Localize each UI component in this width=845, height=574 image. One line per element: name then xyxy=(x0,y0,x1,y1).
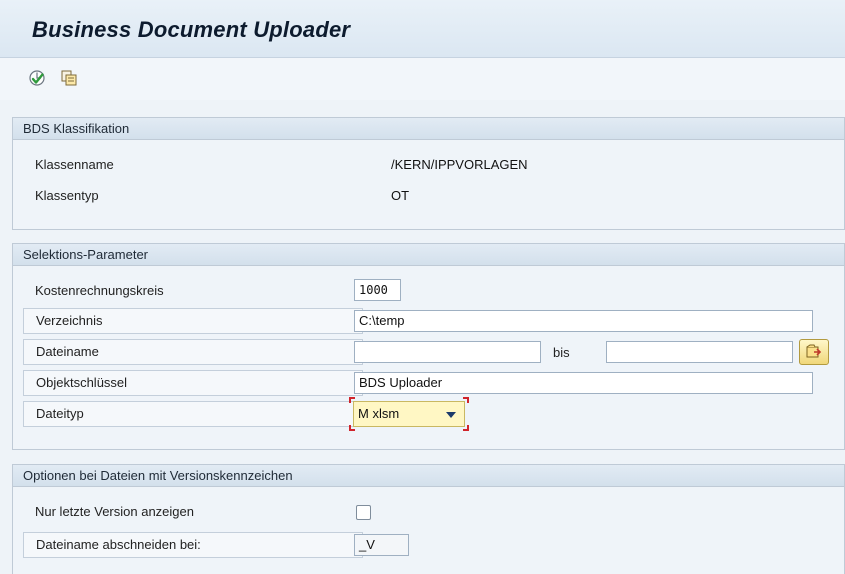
focus-corner-bl xyxy=(349,425,355,431)
last-version-checkbox[interactable] xyxy=(356,505,371,520)
focus-corner-tr xyxy=(463,397,469,403)
focus-corner-tl xyxy=(349,397,355,403)
class-name-value: /KERN/IPPVORLAGEN xyxy=(391,157,528,172)
truncate-input[interactable]: _V xyxy=(354,534,409,556)
object-key-label: Objektschlüssel xyxy=(36,375,128,390)
filename-bis-label: bis xyxy=(553,345,570,360)
object-key-row: Objektschlüssel xyxy=(23,370,363,396)
filetype-dropdown[interactable]: M xlsm xyxy=(353,401,465,427)
class-type-label: Klassentyp xyxy=(35,188,99,203)
selection-parameters-header: Selektions-Parameter xyxy=(13,244,844,266)
object-key-input[interactable]: BDS Uploader xyxy=(354,372,813,394)
filename-label: Dateiname xyxy=(36,344,99,359)
controlling-area-label: Kostenrechnungskreis xyxy=(35,283,164,298)
truncate-row: Dateiname abschneiden bei: xyxy=(23,532,363,558)
version-options-group: Optionen bei Dateien mit Versionskennzei… xyxy=(12,464,845,574)
focus-corner-br xyxy=(463,425,469,431)
page-title: Business Document Uploader xyxy=(32,17,351,42)
sap-screen: Business Document Uploader BDS Klassifik… xyxy=(0,0,845,574)
filename-to-input[interactable] xyxy=(606,341,793,363)
filename-from-input[interactable] xyxy=(354,341,541,363)
class-name-label: Klassenname xyxy=(35,157,114,172)
filetype-label: Dateityp xyxy=(36,406,84,421)
directory-row: Verzeichnis xyxy=(23,308,363,334)
class-type-value: OT xyxy=(391,188,410,203)
selection-parameters-group: Selektions-Parameter Kostenrechnungskrei… xyxy=(12,243,845,450)
copy-icon xyxy=(60,69,78,87)
filename-row: Dateiname xyxy=(23,339,363,365)
application-toolbar xyxy=(0,58,845,100)
copy-button[interactable] xyxy=(58,67,80,89)
controlling-area-input[interactable]: 1000 xyxy=(354,279,401,301)
execute-button[interactable] xyxy=(26,67,48,89)
file-browse-button[interactable] xyxy=(799,339,829,365)
title-bar: Business Document Uploader xyxy=(0,0,845,58)
bds-classification-header: BDS Klassifikation xyxy=(13,118,844,140)
filetype-row: Dateityp xyxy=(23,401,363,427)
folder-open-icon xyxy=(805,343,823,362)
version-options-header: Optionen bei Dateien mit Versionskennzei… xyxy=(13,465,844,487)
directory-input[interactable]: C:\temp xyxy=(354,310,813,332)
bds-classification-group: BDS Klassifikation Klassenname /KERN/IPP… xyxy=(12,117,845,230)
chevron-down-icon xyxy=(446,412,456,418)
filetype-value: M xlsm xyxy=(358,406,400,421)
truncate-label: Dateiname abschneiden bei: xyxy=(36,537,201,552)
execute-icon xyxy=(28,69,46,87)
last-version-label: Nur letzte Version anzeigen xyxy=(35,504,194,519)
directory-label: Verzeichnis xyxy=(36,313,103,328)
